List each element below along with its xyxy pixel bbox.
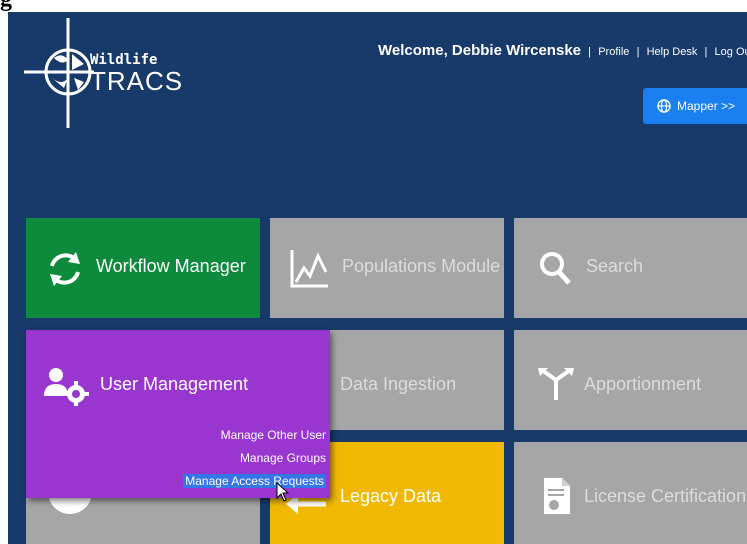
welcome-greeting: Welcome, Debbie Wircenske [378, 42, 581, 59]
tile-label: Populations Module [342, 256, 501, 276]
divider: | [636, 46, 640, 58]
refresh-icon [50, 252, 80, 286]
page-top-strip: g [0, 0, 747, 12]
tile-workflow-manager[interactable]: Workflow Manager [26, 218, 260, 318]
certificate-file-icon [544, 478, 570, 514]
mapper-button[interactable]: Mapper >> [643, 88, 747, 124]
divider: | [704, 46, 708, 58]
mouse-pointer-icon [276, 482, 290, 502]
logo-mark-icon [24, 18, 94, 128]
tile-license-certification[interactable]: License Certification [514, 442, 747, 544]
tile-apportionment[interactable]: Apportionment [514, 330, 747, 430]
tile-label: Apportionment [584, 374, 702, 394]
wildlife-tracs-app: Wildlife TRACS Welcome, Debbie Wircenske… [8, 12, 747, 544]
divider: | [588, 46, 592, 58]
mapper-label: Mapper >> [677, 99, 736, 113]
welcome-bar: Welcome, Debbie Wircenske | Profile | He… [378, 42, 747, 59]
tile-user-management-menu[interactable]: User Management Manage Other User Manage… [26, 330, 330, 498]
tile-label: Workflow Manager [96, 256, 246, 276]
user-management-submenu: Manage Other User Manage Groups Manage A… [183, 424, 326, 493]
cut-heading-glyph: g [0, 0, 12, 11]
menu-item-manage-groups[interactable]: Manage Groups [183, 447, 326, 470]
profile-link[interactable]: Profile [598, 46, 629, 58]
globe-icon [657, 99, 671, 113]
tile-label: Data Ingestion [340, 374, 457, 394]
tile-label: Legacy Data [340, 486, 442, 506]
tile-label: License Certification [584, 486, 747, 506]
log-out-link[interactable]: Log Out [715, 46, 747, 58]
split-arrows-icon [538, 368, 574, 400]
help-desk-link[interactable]: Help Desk [647, 46, 698, 58]
search-icon [540, 252, 571, 285]
tile-populations-module[interactable]: Populations Module [270, 218, 504, 318]
tile-label: Search [586, 256, 644, 276]
brand-logo[interactable]: Wildlife TRACS [24, 18, 182, 128]
line-chart-icon [290, 250, 328, 288]
users-gear-icon [44, 368, 89, 406]
menu-item-manage-access-requests[interactable]: Manage Access Requests [183, 474, 326, 488]
tile-label: User Management [100, 374, 249, 394]
menu-item-manage-other-user[interactable]: Manage Other User [183, 424, 326, 447]
tile-search[interactable]: Search [514, 218, 747, 318]
brand-line2: TRACS [90, 66, 184, 96]
